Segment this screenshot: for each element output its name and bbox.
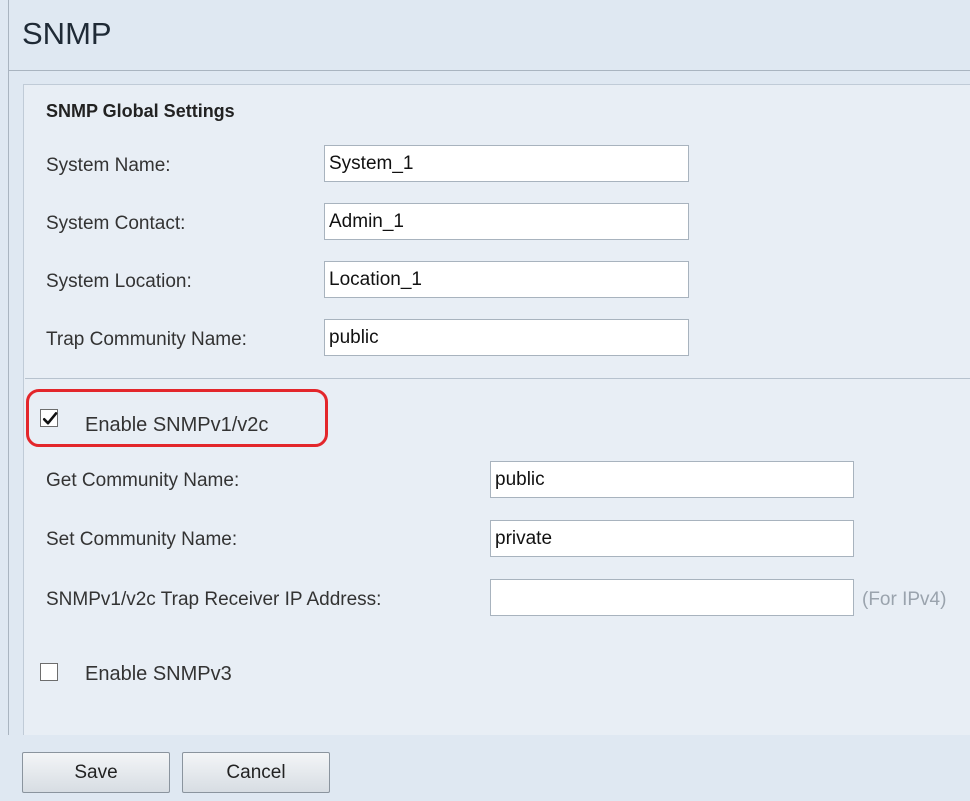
system-contact-label: System Contact:: [46, 213, 186, 234]
trap-receiver-label: SNMPv1/v2c Trap Receiver IP Address:: [46, 589, 382, 610]
system-contact-input[interactable]: [324, 203, 689, 240]
trap-community-input[interactable]: [324, 319, 689, 356]
trap-receiver-ip-input[interactable]: [490, 579, 854, 616]
enable-snmpv1v2c-label: Enable SNMPv1/v2c: [85, 414, 269, 436]
title-divider: [8, 70, 970, 71]
section-heading-global: SNMP Global Settings: [46, 101, 235, 121]
set-community-input[interactable]: [490, 520, 854, 557]
ipv4-hint: (For IPv4): [862, 589, 947, 610]
enable-snmpv1v2c-checkbox[interactable]: [40, 409, 58, 427]
page-left-border: [8, 0, 9, 801]
system-location-input[interactable]: [324, 261, 689, 298]
get-community-label: Get Community Name:: [46, 470, 240, 491]
save-button[interactable]: Save: [22, 752, 170, 793]
get-community-input[interactable]: [490, 461, 854, 498]
trap-community-label: Trap Community Name:: [46, 329, 247, 350]
system-name-input[interactable]: [324, 145, 689, 182]
enable-snmpv3-checkbox[interactable]: [40, 663, 58, 681]
section-divider: [25, 378, 970, 379]
cancel-button[interactable]: Cancel: [182, 752, 330, 793]
set-community-label: Set Community Name:: [46, 529, 238, 550]
system-name-label: System Name:: [46, 155, 171, 176]
page-title: SNMP: [22, 16, 112, 51]
system-location-label: System Location:: [46, 271, 192, 292]
checkmark-icon: [42, 412, 58, 425]
enable-snmpv3-label: Enable SNMPv3: [85, 663, 232, 685]
